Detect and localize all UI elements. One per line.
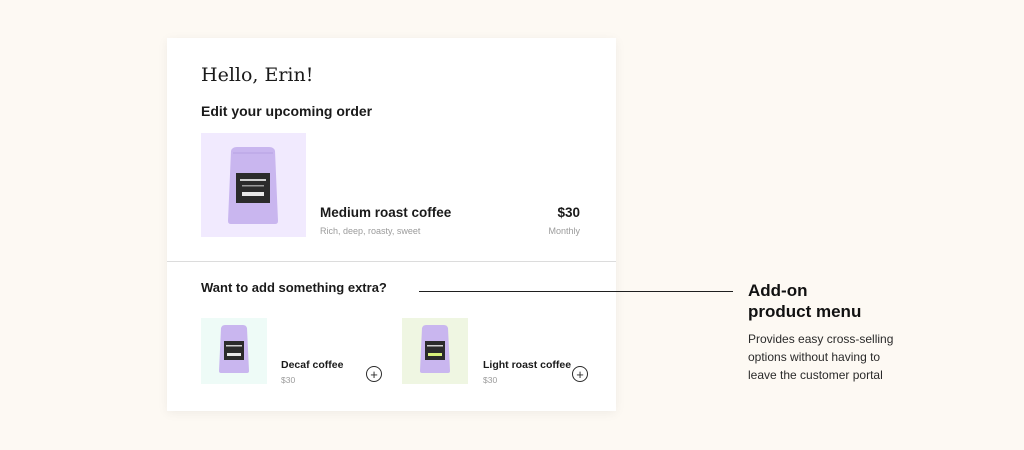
addon-item-price: $30 bbox=[483, 375, 498, 385]
coffee-bag-icon bbox=[420, 325, 450, 373]
addon-section-heading: Want to add something extra? bbox=[201, 280, 387, 295]
coffee-bag-icon bbox=[228, 147, 278, 224]
add-light-roast-button[interactable]: + bbox=[572, 366, 588, 382]
coffee-bag-icon bbox=[219, 325, 249, 373]
addon-item-image bbox=[201, 318, 267, 384]
addon-item-name: Decaf coffee bbox=[281, 359, 344, 371]
callout-title-line: Add-on bbox=[748, 281, 808, 300]
callout-connector-line bbox=[419, 291, 733, 292]
callout-title-line: product menu bbox=[748, 302, 862, 321]
callout-description: Provides easy cross-selling options with… bbox=[748, 330, 928, 384]
plus-circle-icon: + bbox=[370, 366, 378, 382]
order-item-image bbox=[201, 133, 306, 237]
add-decaf-button[interactable]: + bbox=[366, 366, 382, 382]
callout-desc-line: options without having to bbox=[748, 350, 881, 364]
callout-title: Add-on product menu bbox=[748, 280, 948, 322]
greeting-heading: Hello, Erin! bbox=[201, 64, 314, 86]
edit-order-heading: Edit your upcoming order bbox=[201, 103, 373, 119]
addon-item-decaf: Decaf coffee $30 + bbox=[201, 318, 391, 385]
order-item-frequency: Monthly bbox=[548, 226, 580, 236]
order-item-description: Rich, deep, roasty, sweet bbox=[320, 226, 421, 236]
plus-circle-icon: + bbox=[576, 366, 584, 382]
callout-desc-line: Provides easy cross-selling bbox=[748, 332, 894, 346]
addon-item-name: Light roast coffee bbox=[483, 359, 572, 371]
callout-desc-line: leave the customer portal bbox=[748, 368, 883, 382]
customer-portal-card: Hello, Erin! Edit your upcoming order Me… bbox=[167, 38, 616, 411]
addon-item-price: $30 bbox=[281, 375, 296, 385]
addon-item-image bbox=[402, 318, 468, 384]
addon-item-light-roast: Light roast coffee $30 + bbox=[402, 318, 602, 385]
order-item-price: $30 bbox=[557, 205, 580, 220]
order-item-name: Medium roast coffee bbox=[320, 205, 452, 220]
section-divider bbox=[167, 261, 616, 262]
